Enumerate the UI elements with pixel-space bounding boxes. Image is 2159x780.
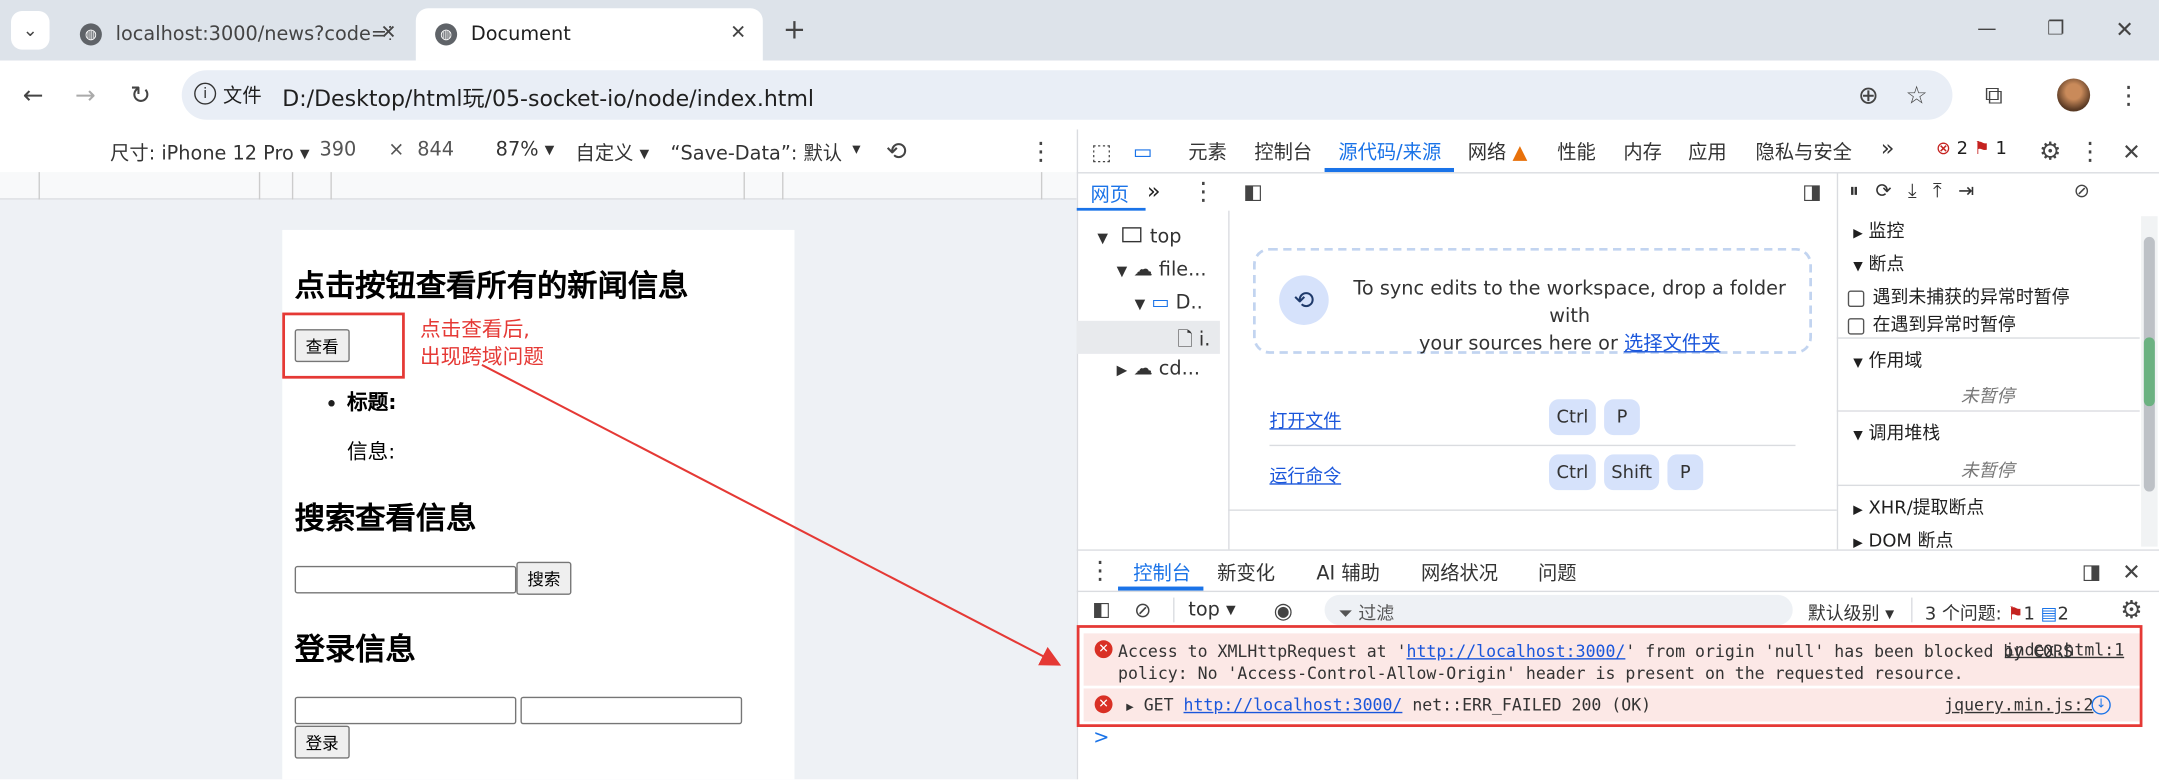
annotation-arrow [481, 363, 1062, 666]
